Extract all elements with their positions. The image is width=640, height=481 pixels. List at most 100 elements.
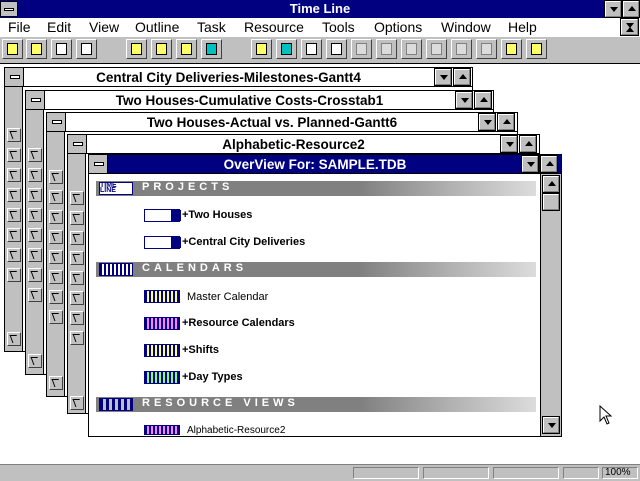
row-marker-icon[interactable] [49, 270, 63, 284]
calendar-item[interactable]: Master Calendar [187, 291, 268, 303]
document-restore-button[interactable] [620, 18, 639, 36]
window-resource2-maximize[interactable] [519, 135, 537, 153]
section-resource-views[interactable]: RESOURCE VIEWS [96, 397, 536, 412]
menu-help[interactable]: Help [508, 19, 537, 35]
window-resource2-minimize[interactable] [500, 135, 518, 153]
add-task-button[interactable] [2, 39, 23, 59]
notes-button[interactable] [151, 39, 172, 59]
print-preview-button[interactable] [326, 39, 347, 59]
menu-edit[interactable]: Edit [47, 19, 71, 35]
row-marker-icon[interactable] [7, 332, 21, 346]
row-marker-icon[interactable] [28, 228, 42, 242]
window-gantt4-caption[interactable]: Central City Deliveries-Milestones-Gantt… [5, 68, 472, 87]
percent-button[interactable] [451, 39, 472, 59]
split-button[interactable] [476, 39, 497, 59]
help-pointer-button[interactable] [76, 39, 97, 59]
menu-options[interactable]: Options [374, 19, 422, 35]
menu-view[interactable]: View [89, 19, 119, 35]
section-projects[interactable]: TIME LINE PROJECTS [96, 181, 536, 196]
row-marker-icon[interactable] [70, 291, 84, 305]
row-marker-icon[interactable] [7, 208, 21, 222]
link-button[interactable] [51, 39, 72, 59]
window-gantt4-maximize[interactable] [453, 68, 471, 86]
row-marker-icon[interactable] [7, 188, 21, 202]
row-marker-icon[interactable] [49, 230, 63, 244]
row-marker-icon[interactable] [7, 128, 21, 142]
row-marker-icon[interactable] [70, 231, 84, 245]
clock-button[interactable] [176, 39, 197, 59]
menu-task[interactable]: Task [197, 19, 226, 35]
row-marker-icon[interactable] [70, 191, 84, 205]
overview-vertical-scrollbar[interactable] [540, 174, 561, 436]
menu-file[interactable]: File [8, 19, 31, 35]
window-overview-caption[interactable]: OverView For: SAMPLE.TDB [89, 155, 561, 174]
row-marker-icon[interactable] [49, 210, 63, 224]
row-marker-icon[interactable] [49, 170, 63, 184]
row-marker-icon[interactable] [49, 190, 63, 204]
row-marker-icon[interactable] [49, 250, 63, 264]
row-marker-icon[interactable] [28, 288, 42, 302]
project-item[interactable]: +Central City Deliveries [182, 236, 305, 248]
calendar-item[interactable]: +Resource Calendars [182, 317, 295, 329]
open-folder-button[interactable] [251, 39, 272, 59]
report-button[interactable] [526, 39, 547, 59]
resource-view-item[interactable]: Alphabetic-Resource2 [187, 425, 285, 435]
calendar-item[interactable]: +Day Types [182, 371, 243, 383]
window-gantt6-minimize[interactable] [478, 113, 496, 131]
window-control-icon[interactable] [89, 155, 108, 173]
row-marker-icon[interactable] [70, 251, 84, 265]
print-button[interactable] [301, 39, 322, 59]
menu-window[interactable]: Window [441, 19, 491, 35]
row-marker-icon[interactable] [7, 148, 21, 162]
row-marker-icon[interactable] [49, 310, 63, 324]
row-marker-icon[interactable] [70, 271, 84, 285]
move-button[interactable] [26, 39, 47, 59]
window-control-icon[interactable] [26, 91, 45, 109]
minimize-button[interactable] [604, 0, 622, 18]
scroll-up-button[interactable] [542, 175, 560, 193]
maximize-button[interactable] [622, 0, 640, 18]
window-overview-maximize[interactable] [540, 155, 558, 173]
row-marker-icon[interactable] [7, 268, 21, 282]
window-crosstab1-maximize[interactable] [474, 91, 492, 109]
row-marker-icon[interactable] [7, 168, 21, 182]
row-marker-icon[interactable] [70, 396, 84, 410]
row-marker-icon[interactable] [49, 290, 63, 304]
window-control-icon[interactable] [5, 68, 24, 86]
row-marker-icon[interactable] [28, 168, 42, 182]
calendar-item[interactable]: +Shifts [182, 344, 219, 356]
window-crosstab1-minimize[interactable] [455, 91, 473, 109]
resource-person-button[interactable] [201, 39, 222, 59]
filter-button[interactable] [501, 39, 522, 59]
window-crosstab1-caption[interactable]: Two Houses-Cumulative Costs-Crosstab1 [26, 91, 493, 110]
row-marker-icon[interactable] [7, 248, 21, 262]
window-gantt4-minimize[interactable] [434, 68, 452, 86]
row-marker-icon[interactable] [28, 354, 42, 368]
section-calendars[interactable]: CALENDARS [96, 262, 536, 277]
menu-outline[interactable]: Outline [135, 19, 179, 35]
row-marker-icon[interactable] [70, 211, 84, 225]
save-button[interactable] [276, 39, 297, 59]
paste-button[interactable] [376, 39, 397, 59]
outline-button[interactable] [126, 39, 147, 59]
menu-resource[interactable]: Resource [244, 19, 304, 35]
row-marker-icon[interactable] [70, 311, 84, 325]
project-item[interactable]: +Two Houses [182, 209, 252, 221]
row-marker-icon[interactable] [28, 268, 42, 282]
window-control-icon[interactable] [68, 135, 87, 153]
row-marker-icon[interactable] [49, 376, 63, 390]
window-gantt6-maximize[interactable] [497, 113, 515, 131]
copy-button[interactable] [351, 39, 372, 59]
scroll-thumb[interactable] [542, 193, 560, 211]
row-marker-icon[interactable] [70, 331, 84, 345]
scroll-down-button[interactable] [542, 416, 560, 434]
row-marker-icon[interactable] [28, 208, 42, 222]
row-marker-icon[interactable] [28, 148, 42, 162]
window-control-icon[interactable] [47, 113, 66, 131]
row-marker-icon[interactable] [28, 188, 42, 202]
row-marker-icon[interactable] [28, 248, 42, 262]
delete-button[interactable] [426, 39, 447, 59]
row-marker-icon[interactable] [7, 228, 21, 242]
cut-button[interactable] [401, 39, 422, 59]
window-gantt6-caption[interactable]: Two Houses-Actual vs. Planned-Gantt6 [47, 113, 517, 132]
